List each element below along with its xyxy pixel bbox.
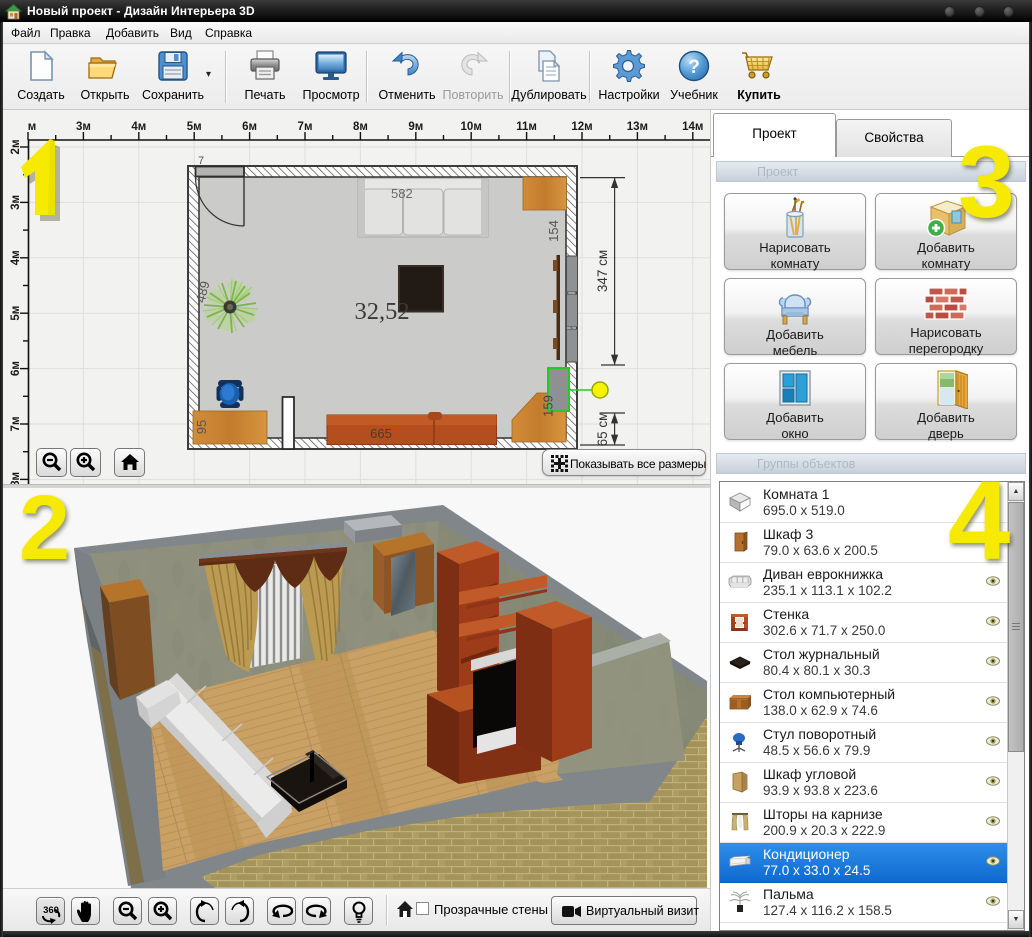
svg-text:32,52: 32,52 — [354, 298, 409, 325]
svg-text:582: 582 — [391, 186, 413, 201]
svg-text:159: 159 — [541, 395, 556, 417]
svg-text:347 см: 347 см — [595, 250, 610, 292]
svg-text:11м: 11м — [516, 121, 537, 133]
svg-text:4м: 4м — [10, 250, 22, 265]
svg-text:?: ? — [688, 57, 700, 78]
svg-text:10м: 10м — [461, 121, 482, 133]
svg-text:5м: 5м — [10, 306, 22, 321]
svg-text:7м: 7м — [10, 417, 22, 432]
svg-text:14м: 14м — [682, 121, 703, 133]
svg-text:154: 154 — [546, 220, 561, 242]
svg-text:5м: 5м — [187, 121, 202, 133]
svg-text:9м: 9м — [408, 121, 423, 133]
svg-text:8м: 8м — [353, 121, 368, 133]
svg-text:8м: 8м — [10, 472, 22, 484]
svg-text:4м: 4м — [131, 121, 146, 133]
svg-text:12м: 12м — [571, 121, 592, 133]
svg-text:6м: 6м — [10, 361, 22, 376]
svg-text:7м: 7м — [298, 121, 313, 133]
svg-text:665: 665 — [370, 426, 392, 441]
svg-text:м: м — [28, 121, 37, 133]
svg-text:7: 7 — [198, 155, 204, 167]
svg-text:6м: 6м — [242, 121, 257, 133]
svg-text:3м: 3м — [76, 121, 91, 133]
svg-text:13м: 13м — [627, 121, 648, 133]
svg-text:95: 95 — [194, 420, 209, 434]
svg-text:65 см: 65 см — [595, 412, 610, 447]
